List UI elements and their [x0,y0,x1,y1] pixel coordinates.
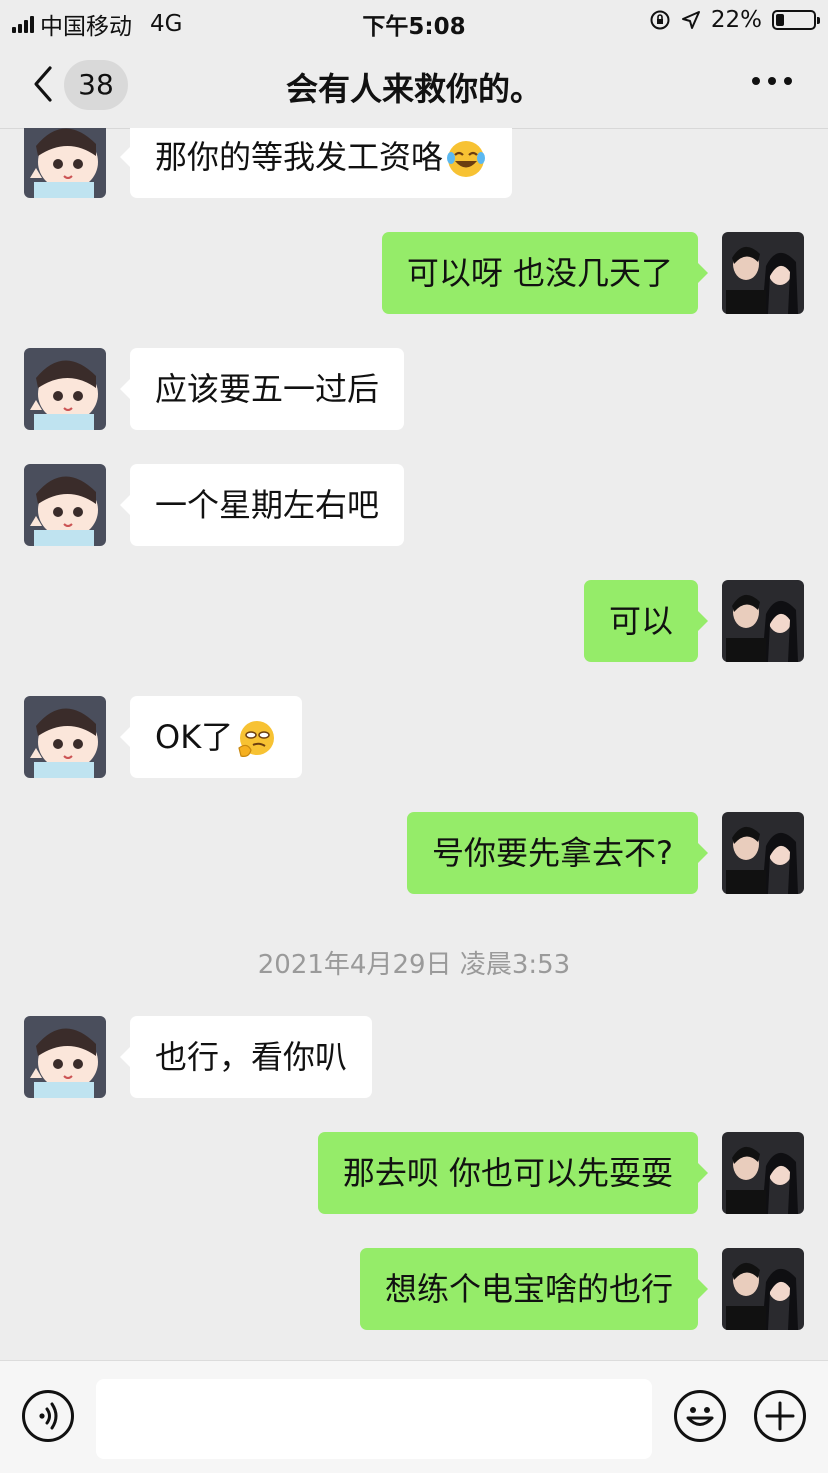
message-bubble-incoming[interactable]: 一个星期左右吧 [119,464,405,546]
message-text: 可以呀 也没几天了 [406,254,673,292]
my-avatar[interactable] [722,1248,804,1330]
contact-avatar[interactable] [24,696,106,778]
message-bubble-incoming[interactable]: 也行，看你叭 [119,1016,373,1098]
message-text: 那去呗 你也可以先耍耍 [342,1154,673,1192]
message-timestamp: 2021年4月29日 凌晨3:53 [257,950,571,980]
plus-button[interactable] [754,1390,806,1442]
status-bar: 中国移动 4G 下午5:08 22% [0,0,828,42]
chat-header: 38 会有人来救你的。 [0,42,828,129]
message-text: 应该要五一过后 [155,370,380,408]
message-bubble-outgoing[interactable]: 那去呗 你也可以先耍耍 [317,1132,709,1214]
my-avatar[interactable] [722,1132,804,1214]
message-list[interactable]: 那你的等我发工资咯 可以呀 也没几天了 应该要五一过后 一个星期左右吧 可以 O… [0,128,828,1360]
emoji-button[interactable] [674,1390,726,1442]
message-text: 那你的等我发工资咯 [155,138,444,176]
message-bubble-outgoing[interactable]: 号你要先拿去不? [407,812,708,894]
message-bubble-outgoing[interactable]: 可以 [583,580,709,662]
message-bubble-incoming[interactable]: 应该要五一过后 [119,348,405,430]
message-input[interactable] [96,1379,652,1459]
contact-avatar[interactable] [24,1016,106,1098]
voice-button[interactable] [22,1390,74,1442]
contact-avatar[interactable] [24,348,106,430]
input-bar [0,1360,828,1473]
message-text: 也行，看你叭 [155,1038,348,1076]
location-arrow-icon [681,11,700,29]
plus-icon [765,1401,795,1431]
thinking-emoji [238,721,275,757]
status-right: 22% [649,7,820,33]
voice-icon [39,1402,58,1430]
message-bubble-incoming[interactable]: 那你的等我发工资咯 [119,128,513,198]
message-text: 想练个电宝啥的也行 [384,1270,673,1308]
message-bubble-outgoing[interactable]: 可以呀 也没几天了 [381,232,709,314]
message-bubble-incoming[interactable]: OK了 [119,696,303,778]
message-text: 号你要先拿去不? [432,834,673,872]
contact-avatar[interactable] [24,128,106,198]
laughing-tears-emoji [447,141,486,177]
emoji-icon [686,1407,714,1426]
more-dots-icon[interactable] [752,77,792,85]
my-avatar[interactable] [722,580,804,662]
message-text: OK了 [155,718,234,756]
my-avatar[interactable] [722,812,804,894]
battery-icon [772,10,820,30]
message-text: 可以 [608,602,673,640]
message-text: 一个星期左右吧 [155,486,380,524]
orientation-lock-icon [650,10,670,30]
my-avatar[interactable] [722,232,804,314]
chat-title: 会有人来救你的。 [285,70,542,108]
contact-avatar[interactable] [24,464,106,546]
message-bubble-outgoing[interactable]: 想练个电宝啥的也行 [359,1248,709,1330]
battery-percent: 22% [710,7,762,33]
battery-fill [776,14,784,26]
